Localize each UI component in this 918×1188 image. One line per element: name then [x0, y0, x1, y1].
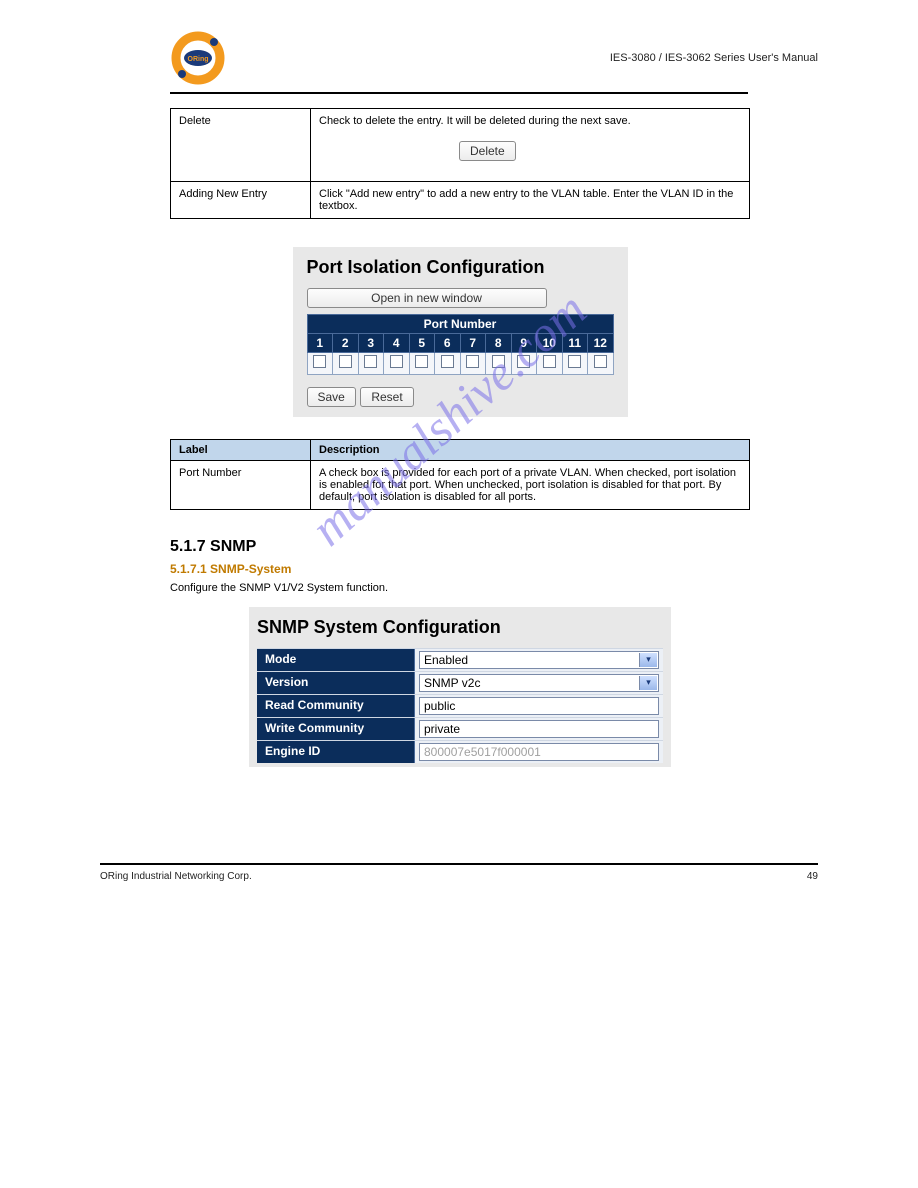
- port-col-2: 2: [333, 334, 359, 353]
- page-footer: ORing Industrial Networking Corp. 49: [0, 871, 918, 892]
- add-entry-desc: Click "Add new entry" to add a new entry…: [311, 182, 750, 219]
- chevron-down-icon: ▾: [639, 653, 657, 667]
- footer-divider: [100, 863, 818, 865]
- open-new-window-button[interactable]: Open in new window: [307, 288, 547, 308]
- port-number-header: Port Number: [307, 315, 613, 334]
- port-col-7: 7: [460, 334, 486, 353]
- port-col-6: 6: [435, 334, 461, 353]
- snmp-mode-label: Mode: [257, 649, 415, 671]
- port-checkbox-cell-11: [562, 353, 588, 375]
- svg-text:ORing: ORing: [188, 56, 209, 63]
- snmp-engine-id-label: Engine ID: [257, 741, 415, 763]
- port-col-12: 12: [588, 334, 614, 353]
- row-port-number-label: Port Number: [171, 461, 311, 510]
- snmp-panel-title: SNMP System Configuration: [257, 617, 663, 638]
- port-checkbox-1[interactable]: [313, 355, 326, 368]
- chevron-down-icon: ▾: [639, 676, 657, 690]
- col-hdr-desc: Description: [311, 440, 750, 461]
- page-header: ORing IES-3080 / IES-3062 Series User's …: [100, 20, 818, 90]
- snmp-read-community-label: Read Community: [257, 695, 415, 717]
- snmp-version-value: SNMP v2c: [424, 676, 480, 690]
- port-checkbox-cell-1: [307, 353, 333, 375]
- label-description-table: Label Description Port Number A check bo…: [170, 439, 750, 510]
- oring-logo-icon: ORing: [170, 30, 226, 86]
- add-entry-label: Adding New Entry: [171, 182, 311, 219]
- snmp-version-select[interactable]: SNMP v2c ▾: [419, 674, 659, 692]
- reset-button[interactable]: Reset: [360, 387, 413, 407]
- port-col-5: 5: [409, 334, 435, 353]
- footer-left: ORing Industrial Networking Corp.: [100, 871, 252, 882]
- save-button[interactable]: Save: [307, 387, 356, 407]
- port-checkbox-cell-5: [409, 353, 435, 375]
- header-right-text: IES-3080 / IES-3062 Series User's Manual: [610, 52, 818, 64]
- snmp-mode-value: Enabled: [424, 653, 468, 667]
- port-checkbox-8[interactable]: [492, 355, 505, 368]
- port-checkbox-cell-10: [537, 353, 563, 375]
- port-checkbox-cell-4: [384, 353, 410, 375]
- port-checkbox-cell-3: [358, 353, 384, 375]
- snmp-engine-id-input[interactable]: 800007e5017f000001: [419, 743, 659, 761]
- delete-table: Delete Check to delete the entry. It wil…: [170, 108, 750, 219]
- snmp-mode-select[interactable]: Enabled ▾: [419, 651, 659, 669]
- port-checkbox-cell-12: [588, 353, 614, 375]
- port-isolation-panel: Port Isolation Configuration Open in new…: [293, 247, 628, 417]
- section-5-1-7: 5.1.7 SNMP: [170, 538, 818, 556]
- port-checkbox-3[interactable]: [364, 355, 377, 368]
- page-container: manualshive.com ORing IES-3080 / IES-306…: [0, 0, 918, 827]
- port-checkbox-cell-7: [460, 353, 486, 375]
- row-port-number-desc: A check box is provided for each port of…: [311, 461, 750, 510]
- section-5-1-7-1: 5.1.7.1 SNMP-System: [170, 562, 818, 576]
- port-checkbox-5[interactable]: [415, 355, 428, 368]
- snmp-read-community-input[interactable]: public: [419, 697, 659, 715]
- header-divider: [170, 92, 748, 94]
- snmp-intro-paragraph: Configure the SNMP V1/V2 System function…: [170, 580, 750, 597]
- delete-button[interactable]: Delete: [459, 141, 516, 161]
- logo: ORing: [170, 30, 226, 86]
- port-col-10: 10: [537, 334, 563, 353]
- snmp-write-community-input[interactable]: private: [419, 720, 659, 738]
- snmp-write-community-label: Write Community: [257, 718, 415, 740]
- port-col-8: 8: [486, 334, 512, 353]
- port-col-1: 1: [307, 334, 333, 353]
- port-checkbox-cell-2: [333, 353, 359, 375]
- delete-row-desc: Check to delete the entry. It will be de…: [311, 109, 750, 182]
- footer-page-number: 49: [807, 871, 818, 882]
- delete-row-desc-text: Check to delete the entry. It will be de…: [319, 115, 741, 127]
- port-checkbox-cell-6: [435, 353, 461, 375]
- port-checkbox-2[interactable]: [339, 355, 352, 368]
- delete-row-label: Delete: [171, 109, 311, 182]
- port-col-11: 11: [562, 334, 588, 353]
- port-checkbox-9[interactable]: [517, 355, 530, 368]
- port-checkbox-cell-9: [511, 353, 537, 375]
- snmp-version-label: Version: [257, 672, 415, 694]
- port-col-3: 3: [358, 334, 384, 353]
- col-hdr-label: Label: [171, 440, 311, 461]
- port-checkbox-10[interactable]: [543, 355, 556, 368]
- port-checkbox-6[interactable]: [441, 355, 454, 368]
- snmp-system-config-panel: SNMP System Configuration Mode Enabled ▾…: [249, 607, 671, 767]
- port-checkbox-12[interactable]: [594, 355, 607, 368]
- port-checkbox-cell-8: [486, 353, 512, 375]
- port-isolation-title: Port Isolation Configuration: [307, 257, 614, 278]
- port-number-table: Port Number 123456789101112: [307, 314, 614, 375]
- port-checkbox-7[interactable]: [466, 355, 479, 368]
- port-checkbox-11[interactable]: [568, 355, 581, 368]
- port-col-9: 9: [511, 334, 537, 353]
- port-checkbox-4[interactable]: [390, 355, 403, 368]
- port-col-4: 4: [384, 334, 410, 353]
